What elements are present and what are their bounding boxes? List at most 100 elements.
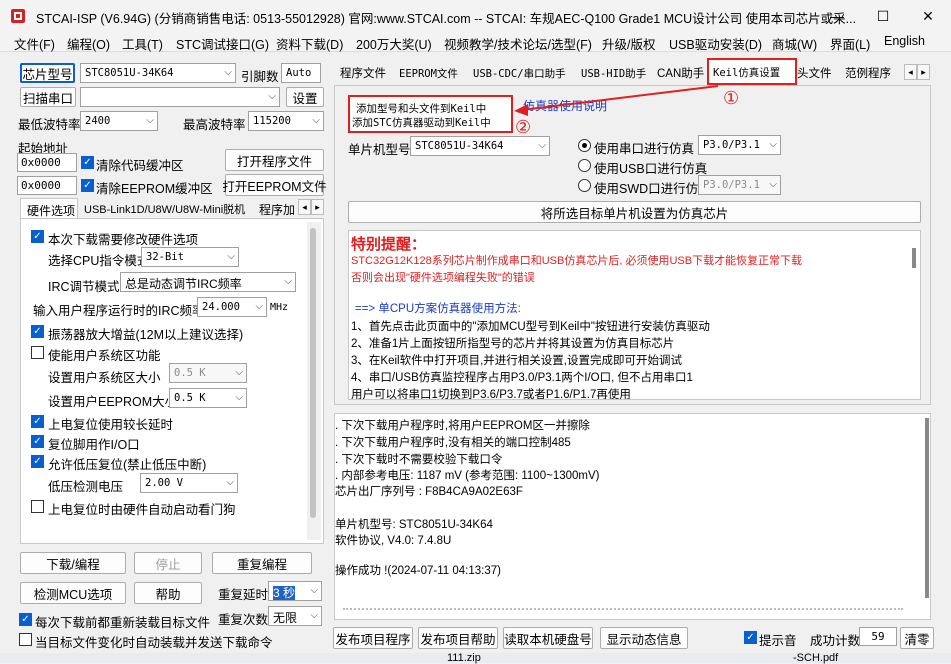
cpu-mode-label: 选择CPU指令模式 [48, 254, 150, 268]
minimize-button[interactable]: — [814, 0, 860, 32]
tab-hardware-options[interactable]: 硬件选项 [20, 198, 78, 218]
tab-scroll-right-icon[interactable]: ▸ [311, 199, 324, 215]
uart-debug-radio[interactable] [578, 139, 591, 152]
menu-prize[interactable]: 200万大奖(U) [356, 34, 432, 53]
chip-type-button[interactable]: 芯片型号 [20, 63, 75, 83]
menu-english[interactable]: English [884, 34, 925, 48]
menu-file[interactable]: 文件(F) [14, 34, 55, 53]
tab-examples[interactable]: 范例程序 [845, 62, 891, 84]
eeprom-size-select[interactable]: 0.5 K ⌵ [169, 388, 247, 408]
menu-mall[interactable]: 商城(W) [772, 34, 817, 53]
tab-usb-hid[interactable]: USB-HID助手 [581, 62, 646, 84]
irc-freq-unit: MHz [270, 302, 289, 313]
maximize-button[interactable]: ☐ [860, 0, 906, 32]
publish-help-button[interactable]: 发布项目帮助 [418, 627, 498, 649]
publish-program-button[interactable]: 发布项目程序 [333, 627, 413, 649]
repeat-delay-select[interactable]: 3 秒 ⌵ [268, 581, 322, 601]
auto-send-checkbox[interactable] [19, 633, 32, 646]
tab-eeprom-file[interactable]: EEPROM文件 [399, 62, 458, 84]
lv-detect-select[interactable]: 2.00 V ⌵ [140, 473, 238, 493]
tab-keil-emulation[interactable]: Keil仿真设置 [707, 58, 797, 85]
close-button[interactable]: ✕ [905, 0, 951, 32]
help-button[interactable]: 帮助 [134, 582, 202, 604]
scan-port-button[interactable]: 扫描串口 [20, 87, 76, 107]
reset-pin-io-checkbox[interactable]: ✓ [31, 435, 44, 448]
tab-usb-cdc[interactable]: USB-CDC/串口助手 [473, 62, 566, 84]
reload-file-label: 每次下载前都重新装载目标文件 [35, 616, 211, 630]
chevron-down-icon: ⌵ [310, 585, 318, 596]
menu-video[interactable]: 视频教学/技术论坛/选型(F) [444, 34, 592, 53]
reprogram-button[interactable]: 重复编程 [212, 552, 312, 574]
chevron-down-icon: ⌵ [235, 392, 243, 403]
show-dynamic-button[interactable]: 显示动态信息 [600, 627, 688, 649]
irc-mode-select[interactable]: 总是动态调节IRC频率 ⌵ [120, 272, 296, 292]
uart-debug-label: 使用串口进行仿真 [594, 142, 695, 156]
set-emulator-button[interactable]: 将所选目标单片机设置为仿真芯片 [348, 201, 921, 223]
open-program-button[interactable]: 打开程序文件 [225, 149, 324, 171]
menu-interface[interactable]: 界面(L) [830, 34, 870, 53]
method-line-1: 1、首先点击此页面中的"添加MCU型号到Keil中"按钮进行安装仿真驱动 [351, 321, 710, 333]
log-line: 单片机型号: STC8051U-34K64 [335, 519, 493, 531]
menu-tools[interactable]: 工具(T) [122, 34, 163, 53]
beep-checkbox[interactable]: ✓ [744, 631, 757, 644]
tab-can[interactable]: CAN助手 [657, 62, 704, 84]
tab-program-add[interactable]: 程序加 [259, 201, 295, 218]
menu-program[interactable]: 编程(O) [67, 34, 110, 53]
port-select[interactable]: ⌵ [80, 87, 280, 107]
chevron-down-icon: ⌵ [769, 139, 777, 150]
clear-code-checkbox[interactable]: ✓ [81, 156, 94, 169]
tab-scroll-left-icon[interactable]: ◂ [298, 199, 311, 215]
code-address-input[interactable]: 0x0000 [17, 153, 77, 172]
download-program-button[interactable]: 下载/编程 [20, 552, 126, 574]
read-disk-button[interactable]: 读取本机硬盘号 [503, 627, 593, 649]
open-eeprom-button[interactable]: 打开EEPROM文件 [222, 174, 327, 196]
tab-program-file[interactable]: 程序文件 [340, 62, 386, 84]
eeprom-address-input[interactable]: 0x0000 [17, 176, 77, 195]
detect-mcu-button[interactable]: 检测MCU选项 [20, 582, 126, 604]
swd-debug-radio[interactable] [578, 179, 591, 192]
mcu-type-select[interactable]: STC8051U-34K64 ⌵ [410, 136, 550, 156]
chip-type-select[interactable]: STC8051U-34K64 ⌵ [80, 63, 236, 83]
menu-downloads[interactable]: 资料下载(D) [276, 34, 343, 53]
port-settings-button[interactable]: 设置 [286, 87, 324, 107]
min-baud-select[interactable]: 2400 ⌵ [80, 111, 158, 131]
max-baud-select[interactable]: 115200 ⌵ [248, 111, 324, 131]
clear-code-label: 清除代码缓冲区 [96, 159, 184, 173]
long-reset-delay-checkbox[interactable]: ✓ [31, 415, 44, 428]
modify-hw-label: 本次下载需要修改硬件选项 [48, 233, 199, 247]
add-to-keil-button[interactable]: 添加型号和头文件到Keil中 添加STC仿真器驱动到Keil中 [348, 95, 513, 133]
eeprom-size-value: 0.5 K [174, 392, 206, 404]
osc-gain-checkbox[interactable]: ✓ [31, 325, 44, 338]
hardware-scroll-thumb[interactable] [310, 228, 316, 518]
log-scroll-thumb[interactable] [925, 418, 929, 598]
stop-button[interactable]: 停止 [134, 552, 202, 574]
sys-area-size-select[interactable]: 0.5 K ⌵ [169, 363, 247, 383]
swd-port-select[interactable]: P3.0/P3.1 ⌵ [698, 175, 781, 195]
tab-keil-emulation-label: Keil仿真设置 [713, 67, 781, 79]
modify-hw-checkbox[interactable]: ✓ [31, 230, 44, 243]
menu-usb-driver[interactable]: USB驱动安装(D) [669, 34, 762, 53]
usb-debug-radio[interactable] [578, 159, 591, 172]
menu-debug-interface[interactable]: STC调试接口(G) [176, 34, 269, 53]
reload-file-checkbox[interactable]: ✓ [19, 613, 32, 626]
uart-port-select[interactable]: P3.0/P3.1 ⌵ [698, 135, 781, 155]
tabs-scroll-right-icon[interactable]: ▸ [917, 64, 930, 80]
user-sys-area-checkbox[interactable] [31, 346, 44, 359]
watchdog-checkbox[interactable] [31, 500, 44, 513]
chevron-down-icon: ⌵ [312, 115, 320, 126]
menu-upgrade[interactable]: 升级/版权 [602, 34, 655, 53]
low-voltage-reset-checkbox[interactable]: ✓ [31, 455, 44, 468]
tabs-scroll-left-icon[interactable]: ◂ [904, 64, 917, 80]
irc-freq-select[interactable]: 24.000 ⌵ [197, 297, 267, 317]
notice-scroll-thumb[interactable] [912, 248, 916, 268]
clear-count-button[interactable]: 清零 [900, 627, 934, 649]
sys-area-size-label: 设置用户系统区大小 [48, 371, 161, 385]
repeat-delay-label: 重复延时 [218, 588, 269, 602]
clear-eeprom-checkbox[interactable]: ✓ [81, 179, 94, 192]
chevron-down-icon: ⌵ [226, 477, 234, 488]
tab-header-files[interactable]: 头文件 [797, 62, 832, 84]
repeat-count-select[interactable]: 无限 ⌵ [268, 606, 322, 626]
cpu-mode-select[interactable]: 32-Bit ⌵ [141, 247, 239, 267]
pin-count-select[interactable]: Auto [281, 63, 321, 83]
tab-usb-link[interactable]: USB-Link1D/U8W/U8W-Mini脱机 [84, 201, 245, 217]
